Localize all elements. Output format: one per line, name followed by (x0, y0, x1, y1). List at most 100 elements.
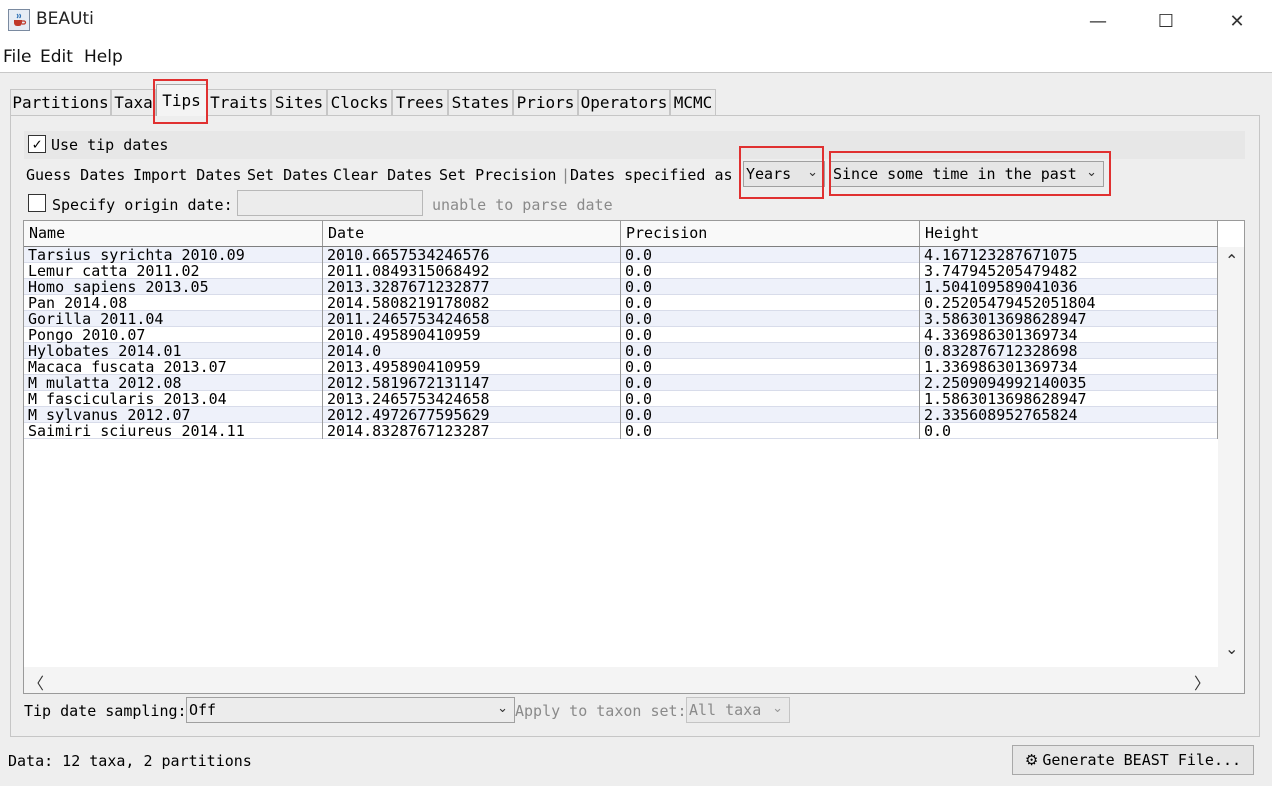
tab-taxa[interactable]: Taxa (111, 89, 156, 115)
cell-name[interactable]: Gorilla 2011.04 (24, 311, 323, 327)
cell-name[interactable]: M fascicularis 2013.04 (24, 391, 323, 407)
tab-mcmc[interactable]: MCMC (670, 89, 716, 115)
cell-date[interactable]: 2011.2465753424658 (323, 311, 621, 327)
table-row[interactable]: M sylvanus 2012.07 2012.4972677595629 0.0 2… (24, 407, 1218, 423)
cell-height[interactable]: 3.5863013698628947 (920, 311, 1218, 327)
apply-to-taxon-select[interactable]: All taxa ⌄ (686, 697, 790, 723)
use-tip-dates-checkbox[interactable]: ✓ (28, 135, 46, 153)
table-row[interactable]: Pongo 2010.07 2010.495890410959 0.0 4.33698… (24, 327, 1218, 343)
minimize-button[interactable]: — (1063, 0, 1133, 42)
scroll-left-icon[interactable]: 〈 (28, 670, 44, 693)
column-header-date[interactable]: Date (323, 221, 621, 246)
cell-precision[interactable]: 0.0 (621, 391, 920, 407)
cell-height[interactable]: 3.747945205479482 (920, 263, 1218, 279)
cell-date[interactable]: 2013.3287671232877 (323, 279, 621, 295)
cell-name[interactable]: M mulatta 2012.08 (24, 375, 323, 391)
table-row[interactable]: Macaca fuscata 2013.07 2013.495890410959 0… (24, 359, 1218, 375)
cell-name[interactable]: Saimiri sciureus 2014.11 (24, 423, 323, 439)
cell-date[interactable]: 2014.0 (323, 343, 621, 359)
table-row[interactable]: M fascicularis 2013.04 2013.2465753424658… (24, 391, 1218, 407)
cell-precision[interactable]: 0.0 (621, 279, 920, 295)
apply-to-taxon-value: All taxa (689, 701, 762, 719)
cell-date[interactable]: 2012.4972677595629 (323, 407, 621, 423)
column-header-precision[interactable]: Precision (621, 221, 920, 246)
window-title: BEAUti (36, 9, 94, 29)
tab-states[interactable]: States (448, 89, 513, 115)
table-row[interactable]: Pan 2014.08 2014.5808219178082 0.0 0.252054… (24, 295, 1218, 311)
cell-height[interactable]: 0.832876712328698 (920, 343, 1218, 359)
cell-height[interactable]: 2.335608952765824 (920, 407, 1218, 423)
cell-name[interactable]: Lemur catta 2011.02 (24, 263, 323, 279)
specify-origin-checkbox[interactable] (28, 194, 46, 212)
cell-date[interactable]: 2011.0849315068492 (323, 263, 621, 279)
cell-height[interactable]: 1.336986301369734 (920, 359, 1218, 375)
cell-precision[interactable]: 0.0 (621, 263, 920, 279)
tab-sites[interactable]: Sites (271, 89, 327, 115)
tab-partitions[interactable]: Partitions (10, 89, 111, 115)
table-row[interactable]: Hylobates 2014.01 2014.0 0.0 0.832876712328… (24, 343, 1218, 359)
cell-date[interactable]: 2014.8328767123287 (323, 423, 621, 439)
cell-precision[interactable]: 0.0 (621, 247, 920, 263)
table-row[interactable]: M mulatta 2012.08 2012.5819672131147 0.0 2.… (24, 375, 1218, 391)
cell-name[interactable]: Hylobates 2014.01 (24, 343, 323, 359)
set-precision-button[interactable]: Set Precision (439, 166, 556, 184)
cell-precision[interactable]: 0.0 (621, 407, 920, 423)
cell-date[interactable]: 2014.5808219178082 (323, 295, 621, 311)
cell-precision[interactable]: 0.0 (621, 375, 920, 391)
cell-height[interactable]: 4.336986301369734 (920, 327, 1218, 343)
cell-name[interactable]: Tarsius syrichta 2010.09 (24, 247, 323, 263)
table-row[interactable]: Gorilla 2011.04 2011.2465753424658 0.0 3.58… (24, 311, 1218, 327)
scroll-right-icon[interactable]: 〉 (1194, 670, 1210, 693)
cell-date[interactable]: 2013.2465753424658 (323, 391, 621, 407)
cell-height[interactable]: 0.25205479452051804 (920, 295, 1218, 311)
cell-name[interactable]: M sylvanus 2012.07 (24, 407, 323, 423)
cell-precision[interactable]: 0.0 (621, 327, 920, 343)
scroll-down-icon[interactable]: ⌄ (1225, 639, 1238, 658)
tab-traits[interactable]: Traits (207, 89, 271, 115)
tab-operators[interactable]: Operators (578, 89, 670, 115)
tab-trees[interactable]: Trees (392, 89, 448, 115)
cell-height[interactable]: 4.167123287671075 (920, 247, 1218, 263)
cell-precision[interactable]: 0.0 (621, 311, 920, 327)
table-row[interactable]: Homo sapiens 2013.05 2013.3287671232877 0.… (24, 279, 1218, 295)
clear-dates-button[interactable]: Clear Dates (333, 166, 432, 184)
cell-date[interactable]: 2012.5819672131147 (323, 375, 621, 391)
cell-precision[interactable]: 0.0 (621, 423, 920, 439)
cell-height[interactable]: 0.0 (920, 423, 1218, 439)
cell-date[interactable]: 2010.495890410959 (323, 327, 621, 343)
import-dates-button[interactable]: Import Dates (133, 166, 241, 184)
cell-name[interactable]: Pan 2014.08 (24, 295, 323, 311)
tab-priors[interactable]: Priors (513, 89, 578, 115)
scroll-up-icon[interactable]: ⌃ (1225, 251, 1238, 270)
generate-beast-file-button[interactable]: ⚙ Generate BEAST File... (1012, 745, 1254, 775)
cell-name[interactable]: Pongo 2010.07 (24, 327, 323, 343)
menu-file[interactable]: File (3, 47, 31, 67)
column-header-name[interactable]: Name (24, 221, 323, 246)
cell-date[interactable]: 2010.6657534246576 (323, 247, 621, 263)
table-row[interactable]: Tarsius syrichta 2010.09 2010.66575342465… (24, 247, 1218, 263)
cell-height[interactable]: 1.504109589041036 (920, 279, 1218, 295)
cell-precision[interactable]: 0.0 (621, 295, 920, 311)
cell-precision[interactable]: 0.0 (621, 343, 920, 359)
maximize-button[interactable]: ☐ (1131, 0, 1201, 42)
tab-clocks[interactable]: Clocks (327, 89, 392, 115)
menu-edit[interactable]: Edit (40, 47, 73, 67)
table-row[interactable]: Saimiri sciureus 2014.11 2014.83287671232… (24, 423, 1218, 439)
table-row[interactable]: Lemur catta 2011.02 2011.0849315068492 0.0… (24, 263, 1218, 279)
menu-help[interactable]: Help (84, 47, 123, 67)
origin-date-input[interactable] (237, 190, 423, 216)
tip-date-sampling-select[interactable]: Off ⌄ (186, 697, 515, 723)
cell-precision[interactable]: 0.0 (621, 359, 920, 375)
cell-name[interactable]: Macaca fuscata 2013.07 (24, 359, 323, 375)
guess-dates-button[interactable]: Guess Dates (26, 166, 125, 184)
vertical-scrollbar[interactable]: ⌃ ⌄ (1218, 247, 1244, 667)
cell-height[interactable]: 1.5863013698628947 (920, 391, 1218, 407)
cell-height[interactable]: 2.2509094992140035 (920, 375, 1218, 391)
close-button[interactable]: ✕ (1202, 0, 1272, 42)
cell-name[interactable]: Homo sapiens 2013.05 (24, 279, 323, 295)
set-dates-button[interactable]: Set Dates (247, 166, 328, 184)
gear-icon: ⚙ (1024, 751, 1039, 769)
column-header-height[interactable]: Height (920, 221, 1218, 246)
horizontal-scrollbar[interactable]: 〈 〉 (24, 667, 1218, 693)
cell-date[interactable]: 2013.495890410959 (323, 359, 621, 375)
